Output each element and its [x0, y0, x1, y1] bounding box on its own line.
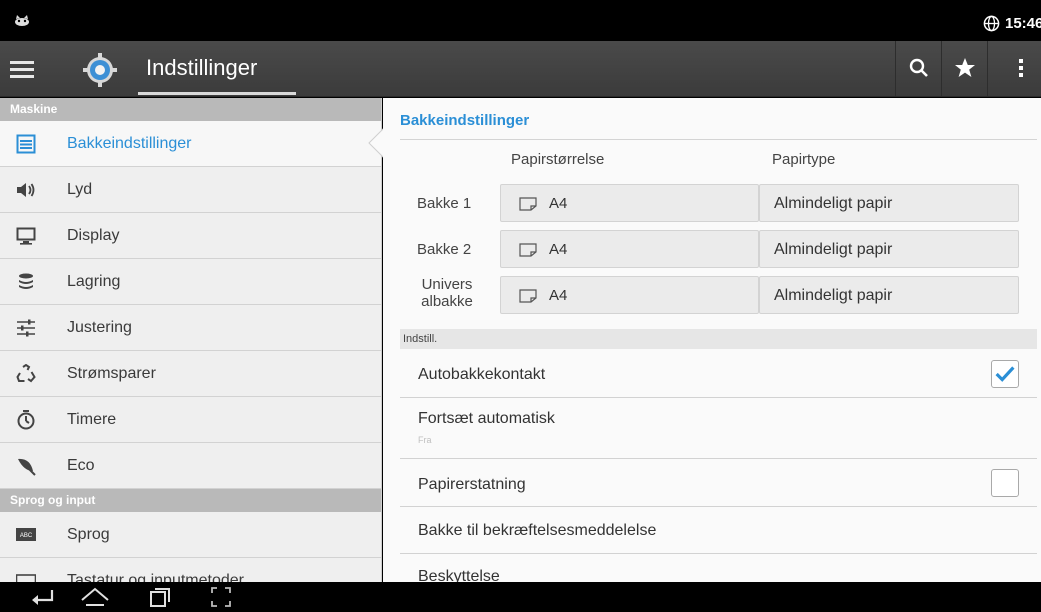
tray-1-type-button[interactable]: Almindeligt papir: [759, 184, 1019, 222]
paper-icon: [519, 289, 537, 303]
tray-type-value: Almindeligt papir: [774, 241, 893, 258]
clock: 15:46: [1005, 15, 1041, 32]
setting-row-papirerstatning[interactable]: Papirerstatning: [400, 459, 1037, 507]
sidebar-item-label: Timere: [67, 411, 117, 428]
sidebar-item-label: Justering: [67, 319, 132, 336]
tray-label-line: albakke: [421, 293, 473, 310]
sidebar-item-label: Display: [67, 227, 120, 244]
tray-label: Bakke 1: [417, 195, 472, 212]
notification-icon: [15, 15, 29, 26]
tray-settings-panel: Bakkeindstillinger Papirstørrelse Papirt…: [383, 98, 1041, 582]
sidebar-item-label: Lyd: [67, 181, 93, 198]
sidebar: Maskine Bakkeindstillinger Lyd Display L…: [0, 98, 382, 582]
sidebar-item-lagring[interactable]: Lagring: [0, 259, 381, 305]
monitor-icon: [16, 227, 36, 245]
setting-row-fortsaet-automatisk[interactable]: Fortsæt automatisk Fra: [400, 398, 1037, 459]
abc-keyboard-icon: ABC: [16, 528, 36, 541]
title-underline: [138, 92, 296, 95]
recycle-icon: [16, 364, 36, 383]
title-divider: [400, 139, 1037, 140]
sidebar-item-justering[interactable]: Justering: [0, 305, 381, 351]
gear-icon: [83, 53, 117, 87]
paper-icon: [519, 197, 537, 211]
page-title: Indstillinger: [146, 55, 258, 80]
status-bar: 15:46: [0, 0, 1041, 41]
tray-mp-type-button[interactable]: Almindeligt papir: [759, 276, 1019, 314]
storage-icon: [19, 273, 33, 289]
tray-label-line: Univers: [421, 276, 473, 293]
tray-2-size-button[interactable]: A4: [500, 230, 759, 268]
overflow-menu-button[interactable]: [987, 41, 1041, 96]
setting-label: Papirerstatning: [418, 476, 526, 493]
star-icon: [955, 58, 975, 77]
menu-icon[interactable]: [10, 56, 34, 82]
tray-mp-size-button[interactable]: A4: [500, 276, 759, 314]
column-header-type: Papirtype: [772, 151, 836, 168]
setting-label: Beskyttelse: [418, 568, 500, 582]
panel-title: Bakkeindstillinger: [400, 112, 530, 129]
setting-label: Bakke til bekræftelsesmeddelelse: [418, 522, 657, 539]
tray-size-value: A4: [549, 195, 568, 212]
autobakkekontakt-checkbox[interactable]: [991, 360, 1019, 388]
speaker-icon: [17, 183, 35, 197]
recent-apps-icon[interactable]: [148, 586, 172, 608]
sidebar-item-label: Bakkeindstillinger: [67, 135, 192, 152]
search-icon: [909, 58, 928, 77]
sidebar-item-bakkeindstillinger[interactable]: Bakkeindstillinger: [0, 121, 381, 167]
setting-row-bakke-til-bekraeftelse[interactable]: Bakke til bekræftelsesmeddelelse: [400, 507, 1037, 554]
sidebar-item-label: Tastatur og inputmetoder: [67, 572, 244, 582]
tray-2-type-button[interactable]: Almindeligt papir: [759, 230, 1019, 268]
favorites-button[interactable]: [941, 41, 987, 96]
setting-label: Autobakkekontakt: [418, 366, 546, 383]
svg-text:ABC: ABC: [20, 533, 33, 539]
stopwatch-icon: [17, 410, 35, 430]
setting-label: Fortsæt automatisk: [418, 410, 555, 427]
papirerstatning-checkbox[interactable]: [991, 469, 1019, 497]
sidebar-item-tastatur[interactable]: Tastatur og inputmetoder: [0, 558, 381, 582]
sidebar-item-timere[interactable]: Timere: [0, 397, 381, 443]
navigation-bar: [0, 582, 1041, 612]
back-icon[interactable]: [30, 586, 56, 608]
setting-row-autobakkekontakt[interactable]: Autobakkekontakt: [400, 350, 1037, 398]
sidebar-item-lyd[interactable]: Lyd: [0, 167, 381, 213]
active-item-pointer: [368, 128, 384, 158]
sidebar-section-machine: Maskine: [0, 98, 381, 121]
checkmark-icon: [995, 366, 1015, 382]
sidebar-item-eco[interactable]: Eco: [0, 443, 381, 489]
setting-value: Fra: [418, 435, 432, 445]
sidebar-item-label: Strømsparer: [67, 365, 156, 382]
tray-list-icon: [16, 134, 36, 154]
more-vertical-icon: [1019, 59, 1023, 77]
sidebar-item-label: Sprog: [67, 526, 110, 543]
tray-size-value: A4: [549, 241, 568, 258]
tray-size-value: A4: [549, 287, 568, 304]
settings-subsection-header: Indstill.: [400, 329, 1037, 349]
setting-row-beskyttelse[interactable]: Beskyttelse: [400, 554, 1037, 582]
column-header-size: Papirstørrelse: [511, 151, 605, 168]
leaf-icon: [18, 458, 36, 476]
action-bar: Indstillinger: [0, 41, 1041, 97]
tray-label-multipurpose: Univers albakke: [419, 276, 475, 310]
globe-icon: [983, 15, 1000, 32]
sliders-icon: [17, 319, 35, 337]
paper-icon: [519, 243, 537, 257]
tray-label: Bakke 2: [417, 241, 472, 258]
sidebar-item-label: Lagring: [67, 273, 121, 290]
sidebar-item-display[interactable]: Display: [0, 213, 381, 259]
sidebar-item-stromsparer[interactable]: Strømsparer: [0, 351, 381, 397]
sidebar-item-sprog[interactable]: ABC Sprog: [0, 512, 381, 558]
sidebar-section-language: Sprog og input: [0, 489, 381, 512]
tray-1-size-button[interactable]: A4: [500, 184, 759, 222]
screenshot-icon[interactable]: [210, 586, 232, 608]
keyboard-icon: [16, 574, 36, 582]
tray-type-value: Almindeligt papir: [774, 287, 893, 304]
sidebar-item-label: Eco: [67, 457, 95, 474]
search-button[interactable]: [895, 41, 941, 96]
home-icon[interactable]: [80, 586, 110, 608]
tray-type-value: Almindeligt papir: [774, 195, 893, 212]
